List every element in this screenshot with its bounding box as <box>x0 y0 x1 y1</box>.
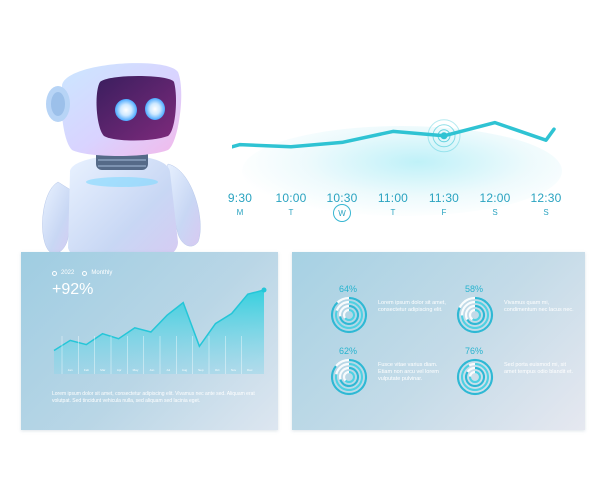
stat-percent: 64% <box>339 284 358 294</box>
stat-item: 58% Vivamus quam mi, condimentum nec lac… <box>456 284 596 344</box>
stat-item: 62% Fusce vitae varius diam. Etiam non a… <box>330 346 470 406</box>
stat-ring-icon <box>456 296 494 334</box>
stats-panel: 64% Lorem ipsum dolor sit amet, consecte… <box>292 252 585 430</box>
area-fill <box>54 290 264 374</box>
timeline-day-label[interactable]: S <box>485 208 505 217</box>
timeline-day-label[interactable]: S <box>536 208 556 217</box>
area-month-label: Dec <box>247 368 253 372</box>
stat-ring-icon <box>330 296 368 334</box>
stat-ring-icon <box>456 358 494 396</box>
area-month-label: May <box>133 368 139 372</box>
timeline-time-label: 9:30 <box>227 191 253 205</box>
stat-text: Sed porta euismod mi, sit amet tempus od… <box>504 362 574 375</box>
timeline-day-selected[interactable]: W <box>333 204 351 222</box>
timeline-time-label: 12:30 <box>530 191 562 205</box>
growth-panel: 2022 Monthly +92% Jan Feb Mar Apr May Jun Jul A… <box>21 252 278 430</box>
stat-ring-icon <box>330 358 368 396</box>
timeline-highlight-point <box>440 132 448 140</box>
area-month-label: Sep <box>198 368 204 372</box>
stat-item: 76% Sed porta euismod mi, sit amet tempu… <box>456 346 596 406</box>
timeline-time-label: 11:30 <box>428 191 460 205</box>
area-month-label: Aug <box>182 368 188 372</box>
area-end-point <box>261 287 267 293</box>
legend-row: 2022 Monthly <box>52 270 112 276</box>
area-month-label: Mar <box>100 368 105 372</box>
activity-timeline: 9:30 M 10:00 T 10:30 W 11:00 T 11:30 F 12:00 S 12:30… <box>228 90 562 230</box>
robot-illustration <box>42 63 201 268</box>
stat-percent: 76% <box>465 346 484 356</box>
area-month-label: Apr <box>117 368 122 372</box>
area-month-label: Feb <box>84 368 90 372</box>
timeline-day-label[interactable]: T <box>281 208 301 217</box>
timeline-time-label: 10:00 <box>275 191 307 205</box>
growth-area-chart: Jan Feb Mar Apr May Jun Jul Aug Sep Oct Nov Dec <box>53 287 267 374</box>
timeline-time-label: 10:30 <box>326 191 358 205</box>
timeline-time-label: 12:00 <box>479 191 511 205</box>
stat-percent: 58% <box>465 284 484 294</box>
timeline-time-label: 11:00 <box>377 191 409 205</box>
timeline-day-label[interactable]: F <box>434 208 454 217</box>
timeline-day-label[interactable]: T <box>383 208 403 217</box>
area-month-label: Jul <box>166 368 170 372</box>
year-label: 2022 <box>61 270 75 276</box>
stat-text: Vivamus quam mi, condimentum nec lacus n… <box>504 300 574 313</box>
stat-percent: 62% <box>339 346 358 356</box>
year-dot-icon <box>52 270 57 276</box>
timeline-line-chart <box>232 119 556 153</box>
timeline-series-line <box>232 120 556 149</box>
area-month-label: Nov <box>231 368 237 372</box>
growth-description: Lorem ipsum dolor sit amet, consectetur … <box>52 391 255 404</box>
period-dot-icon <box>82 270 88 276</box>
stat-text: Lorem ipsum dolor sit amet, consectetur … <box>378 300 446 313</box>
area-month-label: Jan <box>68 368 73 372</box>
timeline-day-label[interactable]: M <box>230 208 250 217</box>
stat-item: 64% Lorem ipsum dolor sit amet, consecte… <box>330 284 470 344</box>
stat-text: Fusce vitae varius diam. Etiam non arcu … <box>378 362 439 382</box>
period-label: Monthly <box>91 270 113 276</box>
area-month-label: Jun <box>149 368 154 372</box>
area-month-label: Oct <box>215 368 220 372</box>
